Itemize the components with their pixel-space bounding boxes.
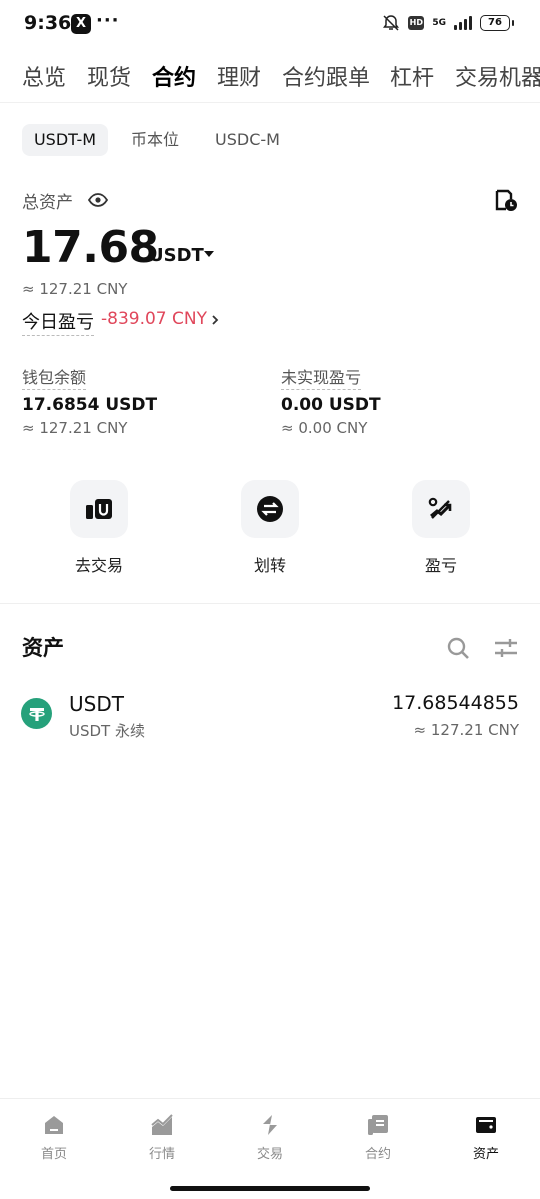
segment-usdt-m[interactable]: USDT-M bbox=[22, 124, 108, 156]
search-icon[interactable] bbox=[446, 636, 470, 660]
asset-amount: 17.68544855 bbox=[392, 692, 519, 714]
status-time: 9:36 bbox=[24, 12, 72, 34]
bottom-nav: 首页 行情 交易 合约 资产 bbox=[0, 1098, 540, 1199]
wallet-balance-cny: ≈ 127.21 CNY bbox=[22, 419, 128, 437]
nav-futures-label: 合约 bbox=[364, 1147, 391, 1162]
more-notifications-icon: ··· bbox=[96, 10, 120, 31]
unrealized-pnl-value: 0.00 USDT bbox=[281, 395, 381, 415]
pnl-label: 盈亏 bbox=[424, 556, 457, 575]
go-trade-label: 去交易 bbox=[74, 556, 123, 575]
nav-assets-label: 资产 bbox=[472, 1147, 499, 1162]
market-icon bbox=[151, 1114, 173, 1135]
transfer-icon bbox=[257, 496, 283, 522]
unrealized-pnl-label: 未实现盈亏 bbox=[281, 364, 362, 390]
nav-trade-label: 交易 bbox=[256, 1147, 283, 1162]
pnl-icon bbox=[428, 497, 452, 519]
tab-earn[interactable]: 理财 bbox=[217, 60, 261, 92]
segment-usdc-m[interactable]: USDC-M bbox=[215, 124, 280, 156]
tab-trading-bot[interactable]: 交易机器 bbox=[455, 60, 540, 92]
total-assets-label: 总资产 bbox=[22, 193, 73, 213]
wallet-balance-label: 钱包余额 bbox=[22, 364, 87, 390]
asset-row-usdt[interactable]: USDT USDT 永续 17.68544855 ≈ 127.21 CNY bbox=[0, 686, 540, 746]
caret-down-icon[interactable] bbox=[204, 251, 214, 257]
filter-icon[interactable] bbox=[493, 636, 519, 660]
tab-margin[interactable]: 杠杆 bbox=[390, 60, 434, 92]
asset-cny: ≈ 127.21 CNY bbox=[413, 721, 519, 739]
section-divider bbox=[0, 603, 540, 604]
chevron-right-icon[interactable] bbox=[208, 313, 222, 327]
total-assets-value: 17.68 bbox=[22, 222, 159, 273]
history-icon[interactable] bbox=[494, 188, 518, 212]
trade-icon bbox=[86, 499, 112, 519]
today-pnl-label[interactable]: 今日盈亏 bbox=[22, 308, 94, 336]
home-indicator bbox=[170, 1186, 370, 1191]
battery-icon: 76 bbox=[480, 15, 514, 31]
nav-futures[interactable]: 合约 bbox=[324, 1113, 432, 1162]
segment-coin-m[interactable]: 币本位 bbox=[131, 124, 179, 156]
wallet-icon bbox=[476, 1117, 496, 1133]
status-bar: 9:36 X ··· HD 5G 76 bbox=[0, 0, 540, 50]
tab-overview[interactable]: 总览 bbox=[22, 60, 66, 92]
hd-icon: HD bbox=[408, 16, 425, 30]
go-trade-button[interactable]: 去交易 bbox=[39, 480, 159, 576]
nav-market[interactable]: 行情 bbox=[108, 1113, 216, 1162]
divider bbox=[0, 102, 540, 103]
total-assets-cny: ≈ 127.21 CNY bbox=[22, 280, 128, 298]
asset-subtitle: USDT 永续 bbox=[69, 722, 145, 740]
trade-nav-icon bbox=[263, 1115, 277, 1135]
nav-market-label: 行情 bbox=[148, 1147, 175, 1162]
nav-home-label: 首页 bbox=[40, 1147, 67, 1162]
nav-assets[interactable]: 资产 bbox=[432, 1113, 540, 1162]
nav-home[interactable]: 首页 bbox=[0, 1113, 108, 1162]
home-icon bbox=[45, 1116, 63, 1134]
mute-bell-icon bbox=[383, 15, 400, 31]
tab-futures[interactable]: 合约 bbox=[152, 60, 196, 92]
tab-spot[interactable]: 现货 bbox=[87, 60, 131, 92]
nav-trade[interactable]: 交易 bbox=[216, 1113, 324, 1162]
assets-title: 资产 bbox=[22, 636, 64, 660]
eye-icon[interactable] bbox=[88, 191, 108, 209]
x-app-icon: X bbox=[71, 14, 91, 34]
futures-icon bbox=[368, 1115, 388, 1135]
top-tabs: 总览 现货 合约 理财 合约跟单 杠杆 交易机器 bbox=[0, 52, 540, 100]
network-icon: 5G bbox=[432, 17, 446, 28]
tab-copy-trading[interactable]: 合约跟单 bbox=[282, 60, 370, 92]
usdt-logo-icon bbox=[21, 698, 52, 729]
asset-symbol: USDT bbox=[69, 692, 124, 716]
today-pnl-value[interactable]: -839.07 CNY bbox=[101, 309, 207, 329]
pnl-button[interactable]: 盈亏 bbox=[381, 480, 501, 576]
transfer-button[interactable]: 划转 bbox=[210, 480, 330, 576]
unrealized-pnl-cny: ≈ 0.00 CNY bbox=[281, 419, 368, 437]
transfer-label: 划转 bbox=[253, 556, 286, 575]
total-assets-unit[interactable]: USDT bbox=[149, 245, 204, 266]
wallet-balance-value: 17.6854 USDT bbox=[22, 395, 158, 415]
signal-icon bbox=[454, 16, 472, 30]
